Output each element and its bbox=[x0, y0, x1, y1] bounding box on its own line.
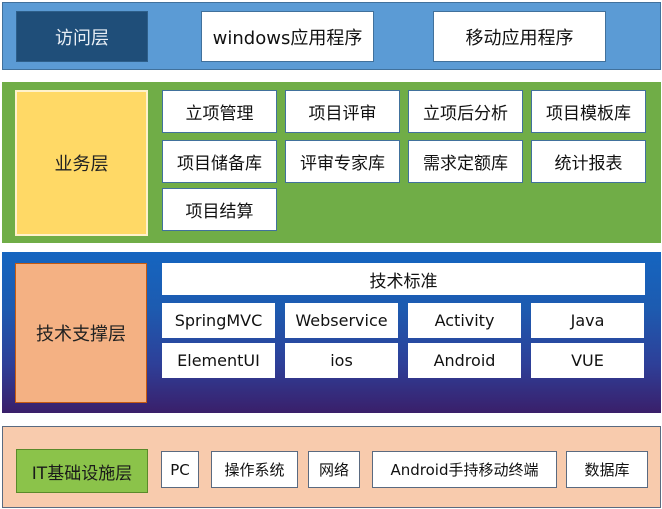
infra-item-pc: PC bbox=[161, 451, 199, 488]
business-item: 项目模板库 bbox=[531, 90, 646, 133]
tech-item: Webservice bbox=[285, 303, 398, 338]
access-item-mobile-app: 移动应用程序 bbox=[433, 11, 606, 62]
tech-layer-label: 技术支撑层 bbox=[15, 263, 147, 403]
access-layer: 访问层 windows应用程序 移动应用程序 bbox=[2, 2, 661, 70]
infra-item-database: 数据库 bbox=[566, 451, 648, 488]
access-item-windows-app: windows应用程序 bbox=[201, 11, 374, 62]
business-item: 立项管理 bbox=[162, 90, 277, 133]
tech-item: Activity bbox=[408, 303, 521, 338]
tech-item: SpringMVC bbox=[162, 303, 275, 338]
business-item: 项目结算 bbox=[162, 188, 277, 231]
infra-item-os: 操作系统 bbox=[211, 451, 298, 488]
tech-item: Java bbox=[531, 303, 644, 338]
business-item: 项目储备库 bbox=[162, 140, 277, 183]
business-item: 评审专家库 bbox=[285, 140, 400, 183]
it-infrastructure-layer: IT基础设施层 PC 操作系统 网络 Android手持移动终端 数据库 bbox=[2, 426, 661, 508]
tech-item: VUE bbox=[531, 343, 644, 378]
infra-layer-label: IT基础设施层 bbox=[16, 449, 148, 493]
tech-support-layer: 技术支撑层 技术标准 SpringMVC Webservice Activity… bbox=[2, 252, 661, 413]
tech-item: ios bbox=[285, 343, 398, 378]
tech-standard-banner: 技术标准 bbox=[162, 263, 645, 295]
business-layer-label: 业务层 bbox=[15, 90, 148, 236]
business-item: 立项后分析 bbox=[408, 90, 523, 133]
business-item: 项目评审 bbox=[285, 90, 400, 133]
business-layer: 业务层 立项管理 项目评审 立项后分析 项目模板库 项目储备库 评审专家库 需求… bbox=[2, 82, 661, 243]
business-item: 统计报表 bbox=[531, 140, 646, 183]
infra-item-android-terminal: Android手持移动终端 bbox=[372, 451, 557, 488]
infra-item-network: 网络 bbox=[308, 451, 360, 488]
business-item: 需求定额库 bbox=[408, 140, 523, 183]
access-layer-label: 访问层 bbox=[16, 11, 148, 62]
tech-item: Android bbox=[408, 343, 521, 378]
tech-item: ElementUI bbox=[162, 343, 275, 378]
